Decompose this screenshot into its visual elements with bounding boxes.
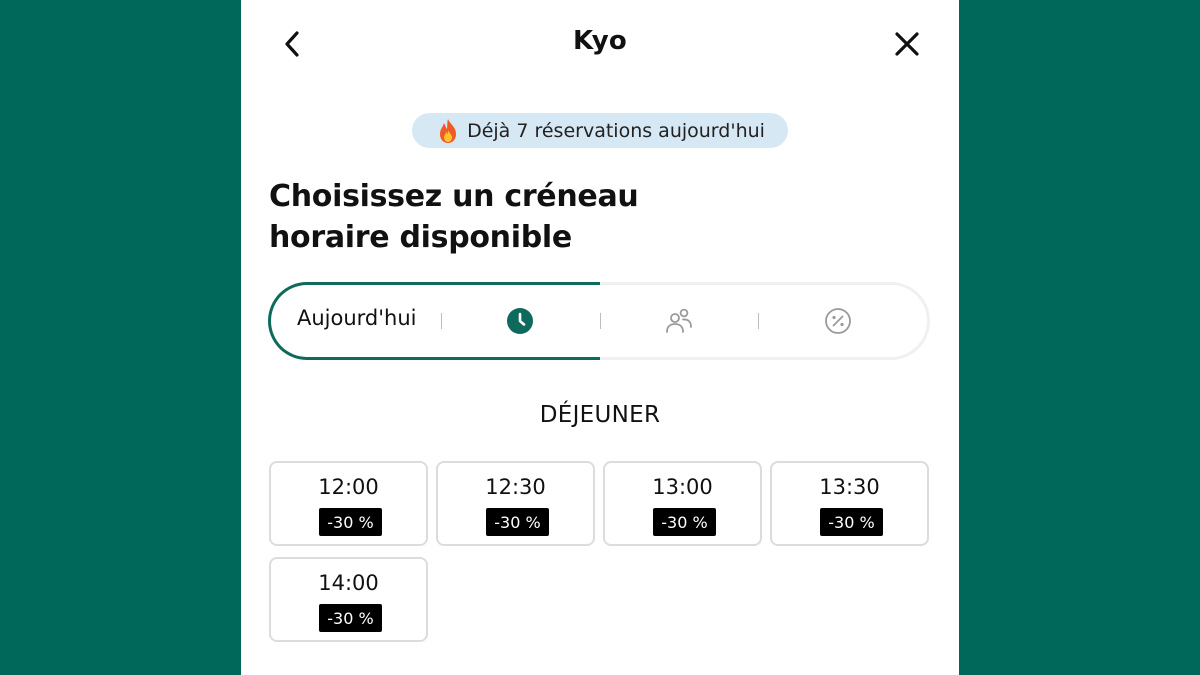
discount-badge: -30 % — [820, 508, 883, 536]
page-title: Kyo — [573, 26, 627, 56]
slot-time: 12:00 — [318, 475, 379, 499]
time-slot[interactable]: 14:00 -30 % — [269, 557, 428, 642]
step-date[interactable]: Aujourd'hui — [297, 306, 447, 330]
slot-time: 14:00 — [318, 571, 379, 595]
clock-icon — [507, 308, 533, 334]
close-icon — [895, 32, 919, 56]
heading-line-1: Choisissez un créneau — [269, 179, 639, 214]
discount-badge: -30 % — [319, 508, 382, 536]
section-heading: Choisissez un créneau horaire disponible — [269, 176, 869, 258]
slot-time: 13:30 — [819, 475, 880, 499]
time-slot[interactable]: 12:00 -30 % — [269, 461, 428, 546]
slot-time: 13:00 — [652, 475, 713, 499]
booking-panel: Kyo Déjà 7 réservations aujourd'hui Choi… — [241, 0, 959, 675]
reservations-badge: Déjà 7 réservations aujourd'hui — [412, 113, 788, 148]
meal-section-title: DÉJEUNER — [539, 402, 661, 428]
step-divider — [441, 313, 442, 329]
flame-icon — [440, 118, 457, 143]
header: Kyo — [241, 0, 959, 90]
step-divider — [600, 313, 601, 329]
badge-text: Déjà 7 réservations aujourd'hui — [467, 119, 765, 142]
heading-line-2: horaire disponible — [269, 220, 572, 255]
slot-time: 12:30 — [485, 475, 546, 499]
step-time[interactable] — [504, 305, 536, 337]
close-button[interactable] — [887, 24, 927, 64]
people-icon — [666, 308, 692, 333]
percent-icon — [825, 308, 851, 334]
time-slot[interactable]: 13:30 -30 % — [770, 461, 929, 546]
discount-badge: -30 % — [319, 604, 382, 632]
step-divider — [758, 313, 759, 329]
time-slot[interactable]: 13:00 -30 % — [603, 461, 762, 546]
discount-badge: -30 % — [486, 508, 549, 536]
step-offers[interactable] — [822, 305, 854, 337]
step-guests[interactable] — [663, 305, 695, 337]
discount-badge: -30 % — [653, 508, 716, 536]
time-slot[interactable]: 12:30 -30 % — [436, 461, 595, 546]
